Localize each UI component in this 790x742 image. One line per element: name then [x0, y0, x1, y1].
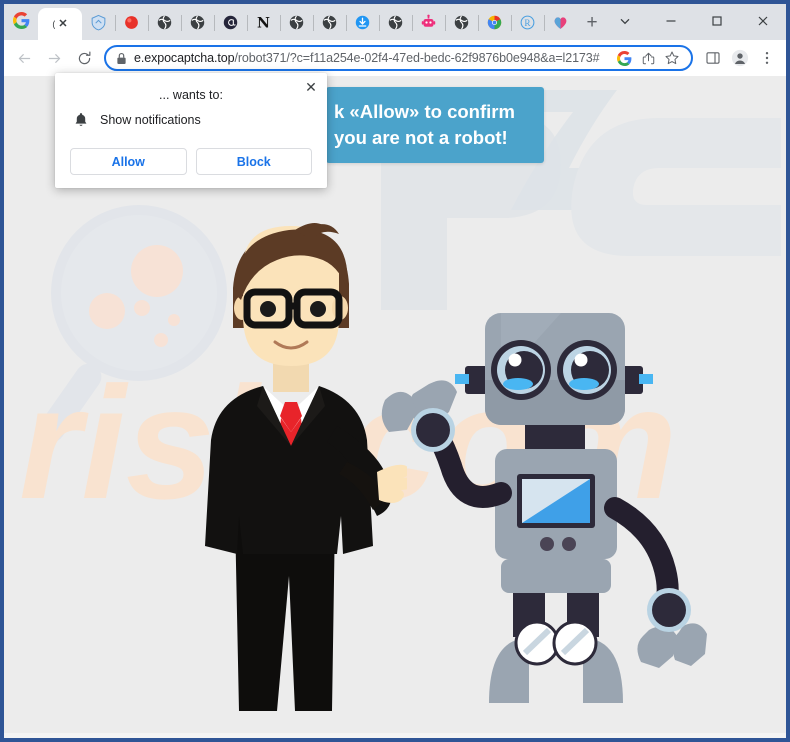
tab-strip: ( ✕ N R +: [4, 4, 786, 40]
pinned-tab-r[interactable]: R: [511, 8, 544, 38]
back-button[interactable]: [10, 44, 38, 72]
profile-avatar-icon[interactable]: [727, 44, 753, 72]
pinned-tabs-group: N R: [82, 8, 577, 40]
pinned-tab-heart[interactable]: [544, 8, 577, 38]
captcha-banner: k «Allow» to confirm you are not a robot…: [326, 87, 544, 163]
captcha-banner-line1: k «Allow» to confirm: [334, 101, 515, 122]
lock-icon: [116, 52, 127, 65]
block-button[interactable]: Block: [195, 148, 312, 175]
notification-popup-buttons: Allow Block: [70, 148, 312, 175]
google-icon[interactable]: [613, 47, 635, 69]
notification-permission-popup: ✕ ... wants to: Show notifications Allow…: [55, 73, 327, 188]
bookmark-star-icon[interactable]: [661, 47, 683, 69]
reload-button[interactable]: [70, 44, 98, 72]
robot-illustration: [381, 313, 707, 703]
tab-search-chevron-icon[interactable]: [602, 4, 648, 38]
businessman-illustration: [205, 223, 407, 711]
google-icon: [4, 4, 38, 40]
page-bottom-edge: [4, 733, 786, 738]
pinned-tab-globe-2[interactable]: [181, 8, 214, 38]
maximize-button[interactable]: [694, 4, 740, 38]
bell-icon: [73, 112, 88, 128]
pinned-tab-globe-4[interactable]: [313, 8, 346, 38]
pinned-tab-globe-6[interactable]: [445, 8, 478, 38]
tab-title: (: [52, 19, 56, 29]
address-bar[interactable]: e.expocaptcha.top/robot371/?c=f11a254e-0…: [104, 45, 693, 71]
pinned-tab-download[interactable]: [346, 8, 379, 38]
pinned-tab-at[interactable]: [214, 8, 247, 38]
notification-permission-row: Show notifications: [73, 112, 201, 128]
browser-toolbar: e.expocaptcha.top/robot371/?c=f11a254e-0…: [4, 40, 786, 76]
pinned-tab-globe-3[interactable]: [280, 8, 313, 38]
tab-close-icon[interactable]: ✕: [58, 18, 67, 30]
svg-text:R: R: [524, 18, 531, 28]
notification-permission-label: Show notifications: [100, 113, 201, 127]
pinned-tab-shield[interactable]: [82, 8, 115, 38]
url-text: e.expocaptcha.top/robot371/?c=f11a254e-0…: [134, 51, 600, 65]
close-button[interactable]: [740, 4, 786, 38]
forward-button[interactable]: [40, 44, 68, 72]
three-dot-menu-icon[interactable]: [754, 44, 780, 72]
pinned-tab-robot[interactable]: [412, 8, 445, 38]
minimize-button[interactable]: [648, 4, 694, 38]
browser-window: ( ✕ N R + e.expocaptcha.top/robot371/?c=…: [4, 4, 786, 738]
share-icon[interactable]: [637, 47, 659, 69]
side-panel-icon[interactable]: [700, 44, 726, 72]
pinned-tab-red-dot[interactable]: [115, 8, 148, 38]
pinned-tab-globe-5[interactable]: [379, 8, 412, 38]
pinned-tab-globe-1[interactable]: [148, 8, 181, 38]
allow-button[interactable]: Allow: [70, 148, 187, 175]
svg-text:N: N: [257, 15, 270, 31]
pinned-tab-n[interactable]: N: [247, 8, 280, 38]
pinned-tab-chrome[interactable]: [478, 8, 511, 38]
browser-window-frame: ( ✕ N R + e.expocaptcha.top/robot371/?c=…: [0, 0, 790, 742]
active-browser-tab[interactable]: ( ✕: [38, 8, 82, 40]
notification-popup-title: ... wants to:: [159, 88, 223, 102]
captcha-banner-line2: you are not a robot!: [334, 127, 508, 148]
window-controls: [602, 4, 786, 38]
